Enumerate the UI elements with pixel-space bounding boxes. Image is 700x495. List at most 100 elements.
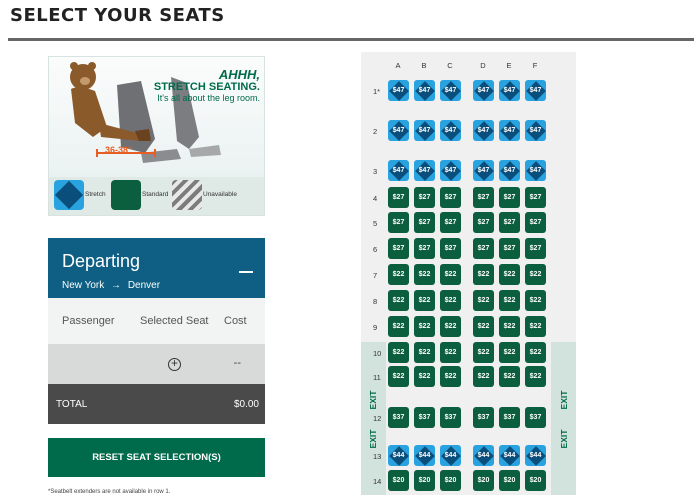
seat-13c[interactable]: $44: [440, 445, 461, 466]
seat-14c[interactable]: $20: [440, 470, 461, 491]
page-title: SELECT YOUR SEATS: [10, 5, 225, 26]
seat-11b[interactable]: $22: [414, 366, 435, 387]
seat-5b[interactable]: $27: [414, 212, 435, 233]
seat-7d[interactable]: $22: [473, 264, 494, 285]
seat-7e[interactable]: $22: [499, 264, 520, 285]
seat-14a[interactable]: $20: [388, 470, 409, 491]
passenger-cost: --: [233, 357, 241, 369]
seat-8a[interactable]: $22: [388, 290, 409, 311]
seat-4b[interactable]: $27: [414, 187, 435, 208]
seat-14f[interactable]: $20: [525, 470, 546, 491]
seat-8b[interactable]: $22: [414, 290, 435, 311]
seat-12c[interactable]: $37: [440, 407, 461, 428]
seatbelt-footnote: *Seatbelt extenders are not available in…: [48, 489, 171, 495]
seat-11e[interactable]: $22: [499, 366, 520, 387]
seat-5f[interactable]: $27: [525, 212, 546, 233]
flight-route: New York → Denver: [62, 280, 160, 291]
seat-4c[interactable]: $27: [440, 187, 461, 208]
seat-11f[interactable]: $22: [525, 366, 546, 387]
seat-6f[interactable]: $27: [525, 238, 546, 259]
seat-8e[interactable]: $22: [499, 290, 520, 311]
seat-9e[interactable]: $22: [499, 316, 520, 337]
seat-9f[interactable]: $22: [525, 316, 546, 337]
seat-13a[interactable]: $44: [388, 445, 409, 466]
seat-7c[interactable]: $22: [440, 264, 461, 285]
seat-11a[interactable]: $22: [388, 366, 409, 387]
seat-7f[interactable]: $22: [525, 264, 546, 285]
seat-4a[interactable]: $27: [388, 187, 409, 208]
seat-13f[interactable]: $44: [525, 445, 546, 466]
seat-3b[interactable]: $47: [414, 160, 435, 181]
seat-13d[interactable]: $44: [473, 445, 494, 466]
seat-7a[interactable]: $22: [388, 264, 409, 285]
row-number: 1*: [373, 87, 381, 96]
seat-1a[interactable]: $47: [388, 80, 409, 101]
seat-10f[interactable]: $22: [525, 342, 546, 363]
seat-9b[interactable]: $22: [414, 316, 435, 337]
seat-3a[interactable]: $47: [388, 160, 409, 181]
seat-6c[interactable]: $27: [440, 238, 461, 259]
seat-10e[interactable]: $22: [499, 342, 520, 363]
seat-6b[interactable]: $27: [414, 238, 435, 259]
seat-2e[interactable]: $47: [499, 120, 520, 141]
seat-13e[interactable]: $44: [499, 445, 520, 466]
seat-9a[interactable]: $22: [388, 316, 409, 337]
seat-5a[interactable]: $27: [388, 212, 409, 233]
seat-3c[interactable]: $47: [440, 160, 461, 181]
seat-5d[interactable]: $27: [473, 212, 494, 233]
promo-illustration: 36-38" AHHH, STRETCH SEATING. It's all a…: [49, 57, 264, 177]
collapse-icon[interactable]: [239, 271, 253, 273]
seat-10d[interactable]: $22: [473, 342, 494, 363]
seat-2b[interactable]: $47: [414, 120, 435, 141]
seat-12d[interactable]: $37: [473, 407, 494, 428]
seat-12e[interactable]: $37: [499, 407, 520, 428]
seat-10a[interactable]: $22: [388, 342, 409, 363]
seat-8d[interactable]: $22: [473, 290, 494, 311]
seat-10c[interactable]: $22: [440, 342, 461, 363]
departing-header[interactable]: Departing New York → Denver: [48, 238, 265, 298]
row-number: 4: [373, 194, 378, 203]
seat-6d[interactable]: $27: [473, 238, 494, 259]
seat-7b[interactable]: $22: [414, 264, 435, 285]
seat-5e[interactable]: $27: [499, 212, 520, 233]
seat-5c[interactable]: $27: [440, 212, 461, 233]
seat-11c[interactable]: $22: [440, 366, 461, 387]
exit-label-left-upper: EXIT: [368, 390, 378, 410]
seat-2d[interactable]: $47: [473, 120, 494, 141]
seat-8f[interactable]: $22: [525, 290, 546, 311]
seat-4f[interactable]: $27: [525, 187, 546, 208]
seat-14b[interactable]: $20: [414, 470, 435, 491]
seat-9d[interactable]: $22: [473, 316, 494, 337]
stretch-promo-banner: 36-38" AHHH, STRETCH SEATING. It's all a…: [48, 56, 265, 216]
seat-9c[interactable]: $22: [440, 316, 461, 337]
seat-13b[interactable]: $44: [414, 445, 435, 466]
seat-2a[interactable]: $47: [388, 120, 409, 141]
total-value: $0.00: [233, 399, 259, 410]
seat-1f[interactable]: $47: [525, 80, 546, 101]
seat-12a[interactable]: $37: [388, 407, 409, 428]
column-label-e: E: [506, 61, 512, 70]
seat-3d[interactable]: $47: [473, 160, 494, 181]
seat-2f[interactable]: $47: [525, 120, 546, 141]
seat-6a[interactable]: $27: [388, 238, 409, 259]
seat-3f[interactable]: $47: [525, 160, 546, 181]
seat-14e[interactable]: $20: [499, 470, 520, 491]
seat-11d[interactable]: $22: [473, 366, 494, 387]
seat-12f[interactable]: $37: [525, 407, 546, 428]
add-seat-icon[interactable]: +: [168, 357, 181, 371]
seat-14d[interactable]: $20: [473, 470, 494, 491]
seat-6e[interactable]: $27: [499, 238, 520, 259]
seat-1d[interactable]: $47: [473, 80, 494, 101]
reset-seat-selection-button[interactable]: RESET SEAT SELECTION(S): [48, 438, 265, 477]
seat-8c[interactable]: $22: [440, 290, 461, 311]
seat-4e[interactable]: $27: [499, 187, 520, 208]
seat-3e[interactable]: $47: [499, 160, 520, 181]
seat-2c[interactable]: $47: [440, 120, 461, 141]
seat-4d[interactable]: $27: [473, 187, 494, 208]
stretch-seat-icon: [54, 180, 84, 210]
seat-1c[interactable]: $47: [440, 80, 461, 101]
seat-10b[interactable]: $22: [414, 342, 435, 363]
seat-12b[interactable]: $37: [414, 407, 435, 428]
seat-1e[interactable]: $47: [499, 80, 520, 101]
seat-1b[interactable]: $47: [414, 80, 435, 101]
